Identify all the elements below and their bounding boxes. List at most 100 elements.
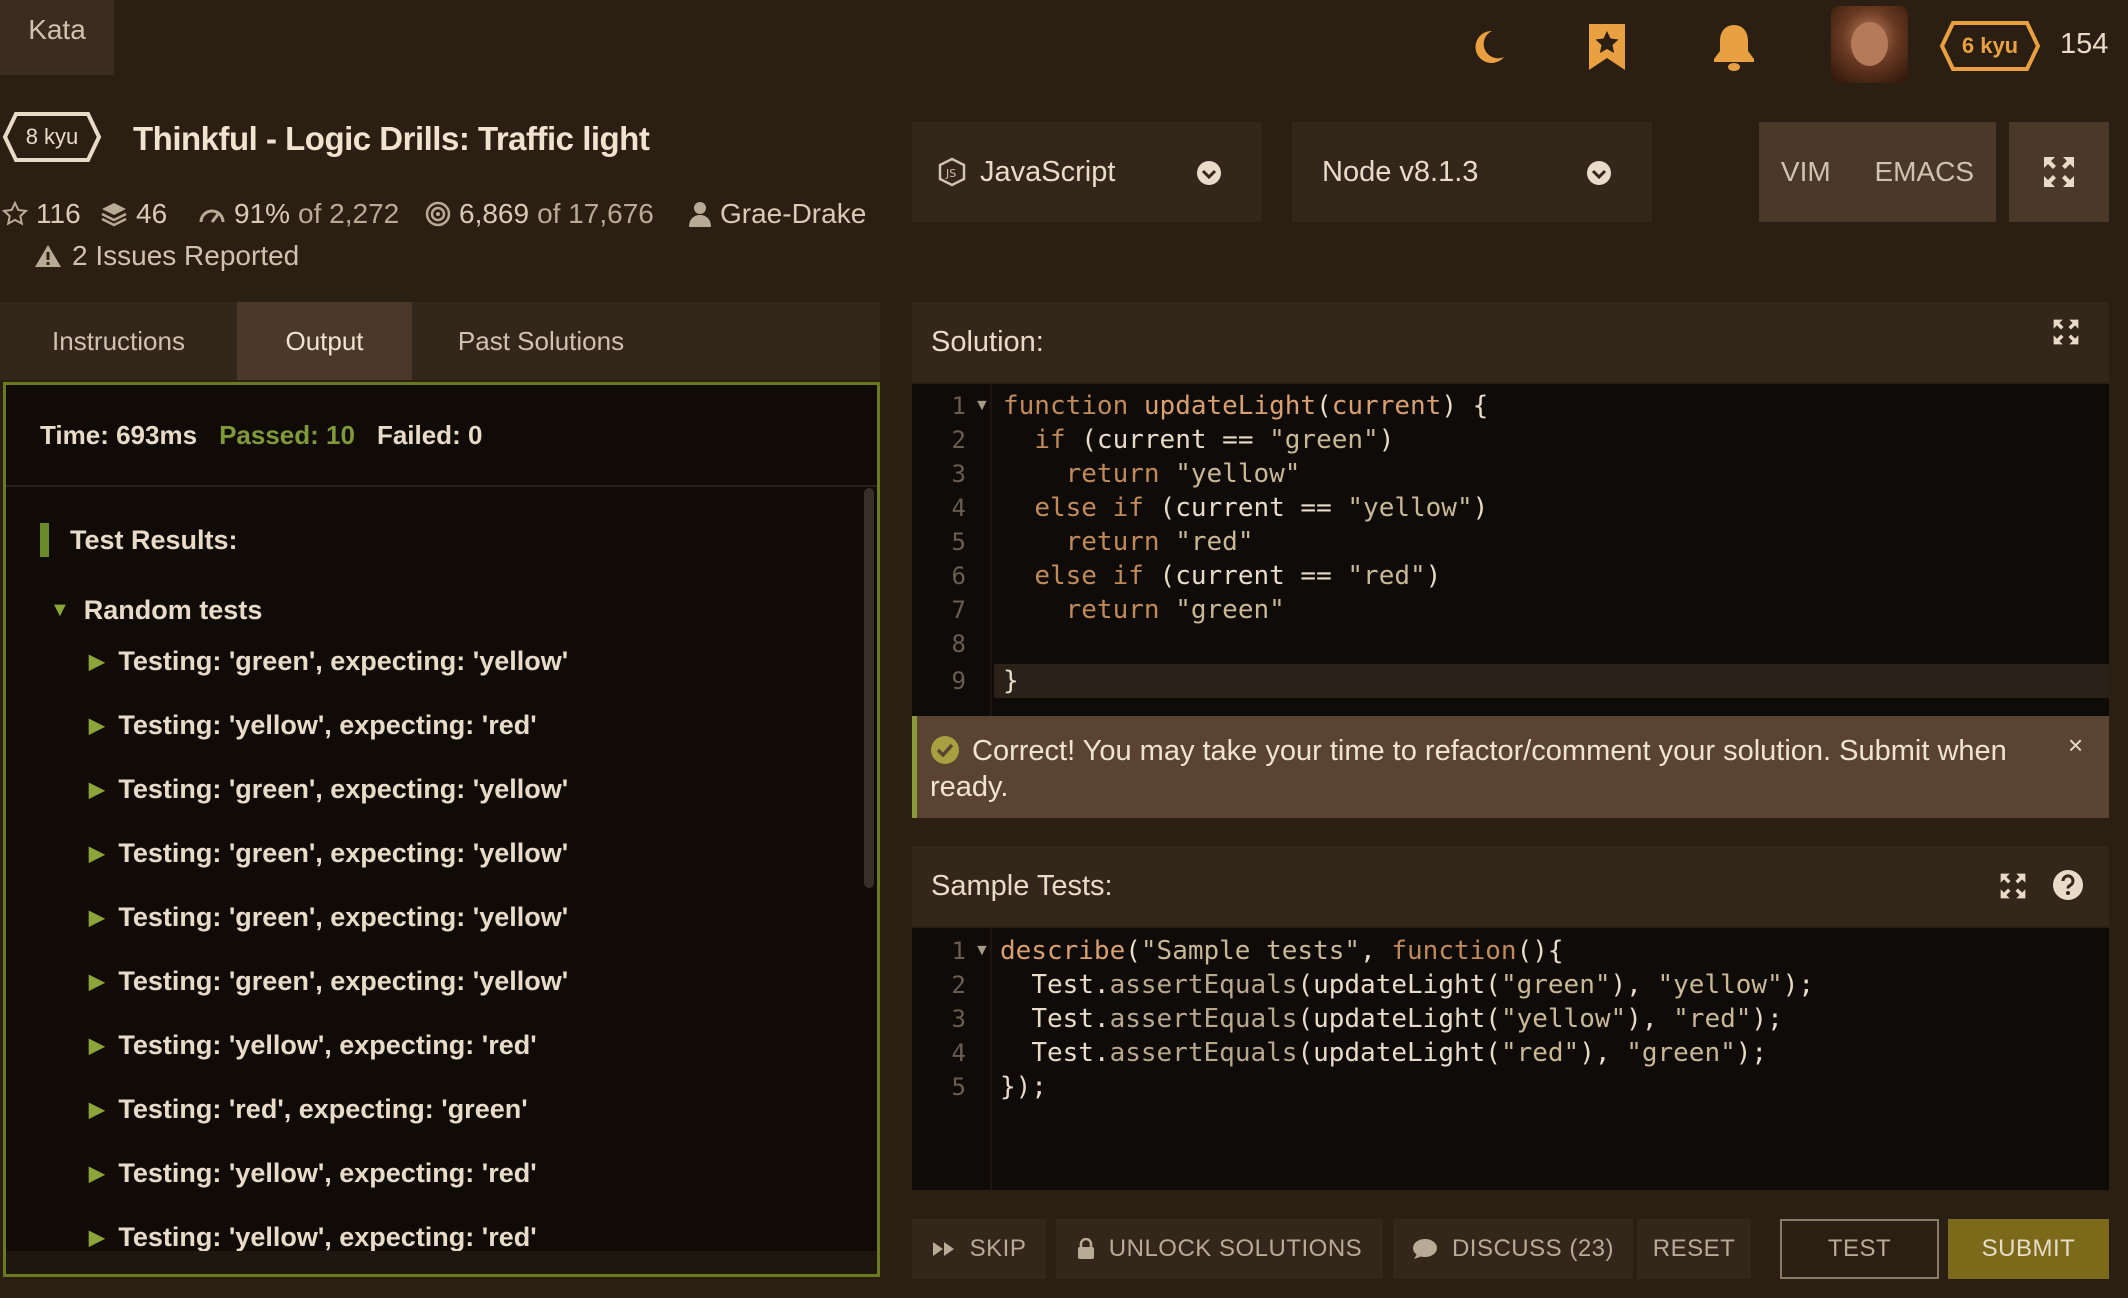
submit-label: SUBMIT	[1981, 1235, 2076, 1262]
scrollbar-thumb[interactable]	[864, 488, 874, 888]
tab-output[interactable]: Output	[237, 302, 412, 380]
author-name: Grae-Drake	[720, 198, 867, 229]
test-item[interactable]: ▶ Testing: 'red', expecting: 'green'	[89, 1089, 528, 1129]
stars-stat[interactable]: 116	[2, 198, 81, 230]
test-item[interactable]: ▶ Testing: 'yellow', expecting: 'red'	[89, 1153, 537, 1193]
runtime-version-select[interactable]: Node v8.1.3	[1292, 122, 1652, 222]
tab-past-solutions-label: Past Solutions	[457, 325, 625, 356]
tab-instructions-label: Instructions	[52, 325, 185, 356]
line-number: 2	[951, 971, 966, 999]
solution-editor[interactable]: 1 ▼ function updateLight(current) { 2 if (…	[912, 384, 2109, 716]
chevron-down-icon	[1587, 161, 1611, 185]
language-value: JavaScript	[980, 155, 1116, 188]
solution-label: Solution:	[931, 325, 1044, 358]
completed-attempts: of 17,676	[537, 198, 654, 229]
javascript-icon: JS	[938, 157, 966, 187]
caret-right-icon: ▶	[89, 1098, 105, 1121]
fold-arrow-icon[interactable]: ▼	[974, 397, 990, 415]
success-notice-text: Correct! You may take your time to refac…	[930, 735, 2007, 803]
test-item[interactable]: ▶ Testing: 'green', expecting: 'yellow'	[89, 961, 568, 1001]
user-icon	[689, 202, 711, 227]
code-line: return "red"	[1065, 527, 1254, 557]
test-label: TEST	[1827, 1235, 1892, 1262]
svg-text:JS: JS	[945, 167, 956, 180]
fullscreen-button[interactable]	[2009, 122, 2109, 222]
test-results-header: Test Results:	[40, 522, 238, 558]
warning-icon	[35, 245, 61, 267]
test-item-label: Testing: 'yellow', expecting: 'red'	[118, 1221, 537, 1252]
line-number: 5	[951, 1073, 966, 1101]
unlock-solutions-label: UNLOCK SOLUTIONS	[1108, 1235, 1363, 1262]
tab-instructions[interactable]: Instructions	[0, 302, 237, 380]
line-number: 1	[951, 937, 966, 965]
line-number: 4	[951, 494, 966, 522]
code-line: Test.assertEquals(updateLight("red"), "g…	[1031, 1038, 1768, 1068]
code-line: else if (current == "red")	[1034, 561, 1442, 591]
results-marker	[40, 523, 49, 557]
test-item-label: Testing: 'green', expecting: 'yellow'	[118, 901, 569, 932]
line-number: 3	[951, 460, 966, 488]
code-line: describe("Sample tests", function(){	[1000, 936, 1564, 966]
test-button[interactable]: TEST	[1780, 1219, 1939, 1279]
lock-icon	[1077, 1238, 1094, 1259]
test-item[interactable]: ▶ Testing: 'green', expecting: 'yellow'	[89, 897, 568, 937]
bell-icon[interactable]	[1710, 22, 1758, 72]
unlock-solutions-button[interactable]: UNLOCK SOLUTIONS	[1056, 1219, 1383, 1279]
test-item-label: Testing: 'green', expecting: 'yellow'	[118, 965, 569, 996]
close-icon[interactable]: ×	[2068, 730, 2083, 761]
code-line: if (current == "green")	[1034, 425, 1395, 455]
fold-arrow-icon[interactable]: ▼	[974, 942, 990, 960]
expand-icon[interactable]	[1999, 872, 2027, 900]
discuss-button[interactable]: DISCUSS (23)	[1393, 1219, 1633, 1279]
test-group-random[interactable]: ▼ Random tests	[50, 595, 262, 626]
chat-bubble-icon	[1412, 1239, 1437, 1259]
author-link[interactable]: Grae-Drake	[688, 198, 866, 230]
help-icon[interactable]	[2052, 869, 2084, 901]
code-line: function updateLight(current) {	[1003, 391, 1489, 421]
kata-nav-tab[interactable]: Kata	[0, 0, 114, 75]
code-line: });	[1000, 1072, 1047, 1102]
reset-button[interactable]: RESET	[1637, 1219, 1751, 1279]
output-scrollbar[interactable]	[861, 488, 877, 888]
skip-button[interactable]: SKIP	[912, 1219, 1046, 1279]
issues-link[interactable]: 2 Issues Reported	[34, 240, 299, 272]
test-item[interactable]: ▶ Testing: 'yellow', expecting: 'red'	[89, 705, 537, 745]
code-line: Test.assertEquals(updateLight("yellow"),…	[1031, 1004, 1783, 1034]
expand-icon[interactable]	[2052, 318, 2080, 346]
satisfaction-votes: of 2,272	[298, 198, 400, 229]
time-label: Time: 693ms	[40, 419, 198, 450]
user-rank-label: 6 kyu	[1961, 33, 2019, 58]
emacs-mode-button[interactable]: EMACS	[1875, 156, 1975, 188]
tab-past-solutions[interactable]: Past Solutions	[412, 302, 670, 380]
user-rank-badge[interactable]: 6 kyu	[1939, 20, 2041, 72]
test-item[interactable]: ▶ Testing: 'green', expecting: 'yellow'	[89, 769, 568, 809]
line-number: 7	[951, 596, 966, 624]
gauge-icon	[199, 209, 225, 223]
reset-label: RESET	[1652, 1235, 1736, 1262]
collections-stat[interactable]: 46	[100, 198, 167, 230]
avatar[interactable]	[1831, 6, 1908, 83]
output-horizontal-scrollbar[interactable]	[6, 1251, 877, 1274]
bookmark-star-icon[interactable]	[1583, 22, 1631, 72]
test-item-label: Testing: 'green', expecting: 'yellow'	[118, 837, 569, 868]
tab-output-label: Output	[285, 325, 364, 356]
caret-right-icon: ▶	[89, 714, 105, 737]
vim-mode-button[interactable]: VIM	[1781, 156, 1831, 188]
test-item[interactable]: ▶ Testing: 'green', expecting: 'yellow'	[89, 833, 568, 873]
completed-count: 6,869	[459, 198, 530, 229]
honor-score: 154	[2060, 28, 2109, 60]
sample-tests-editor[interactable]: 1 ▼ describe("Sample tests", function(){ 2…	[912, 928, 2109, 1190]
test-item[interactable]: ▶ Testing: 'green', expecting: 'yellow'	[89, 641, 568, 681]
language-select[interactable]: JS JavaScript	[912, 122, 1262, 222]
star-icon	[2, 201, 28, 226]
submit-button[interactable]: SUBMIT	[1948, 1219, 2109, 1279]
passed-label: Passed: 10	[219, 419, 355, 450]
issues-label: 2 Issues Reported	[72, 240, 300, 271]
line-number: 5	[951, 528, 966, 556]
moon-icon[interactable]	[1462, 22, 1510, 72]
test-item-label: Testing: 'green', expecting: 'yellow'	[118, 645, 569, 676]
test-item-label: Testing: 'green', expecting: 'yellow'	[118, 773, 569, 804]
sample-tests-label: Sample Tests:	[931, 869, 1113, 902]
test-item[interactable]: ▶ Testing: 'yellow', expecting: 'red'	[89, 1025, 537, 1065]
caret-right-icon: ▶	[89, 1162, 105, 1185]
